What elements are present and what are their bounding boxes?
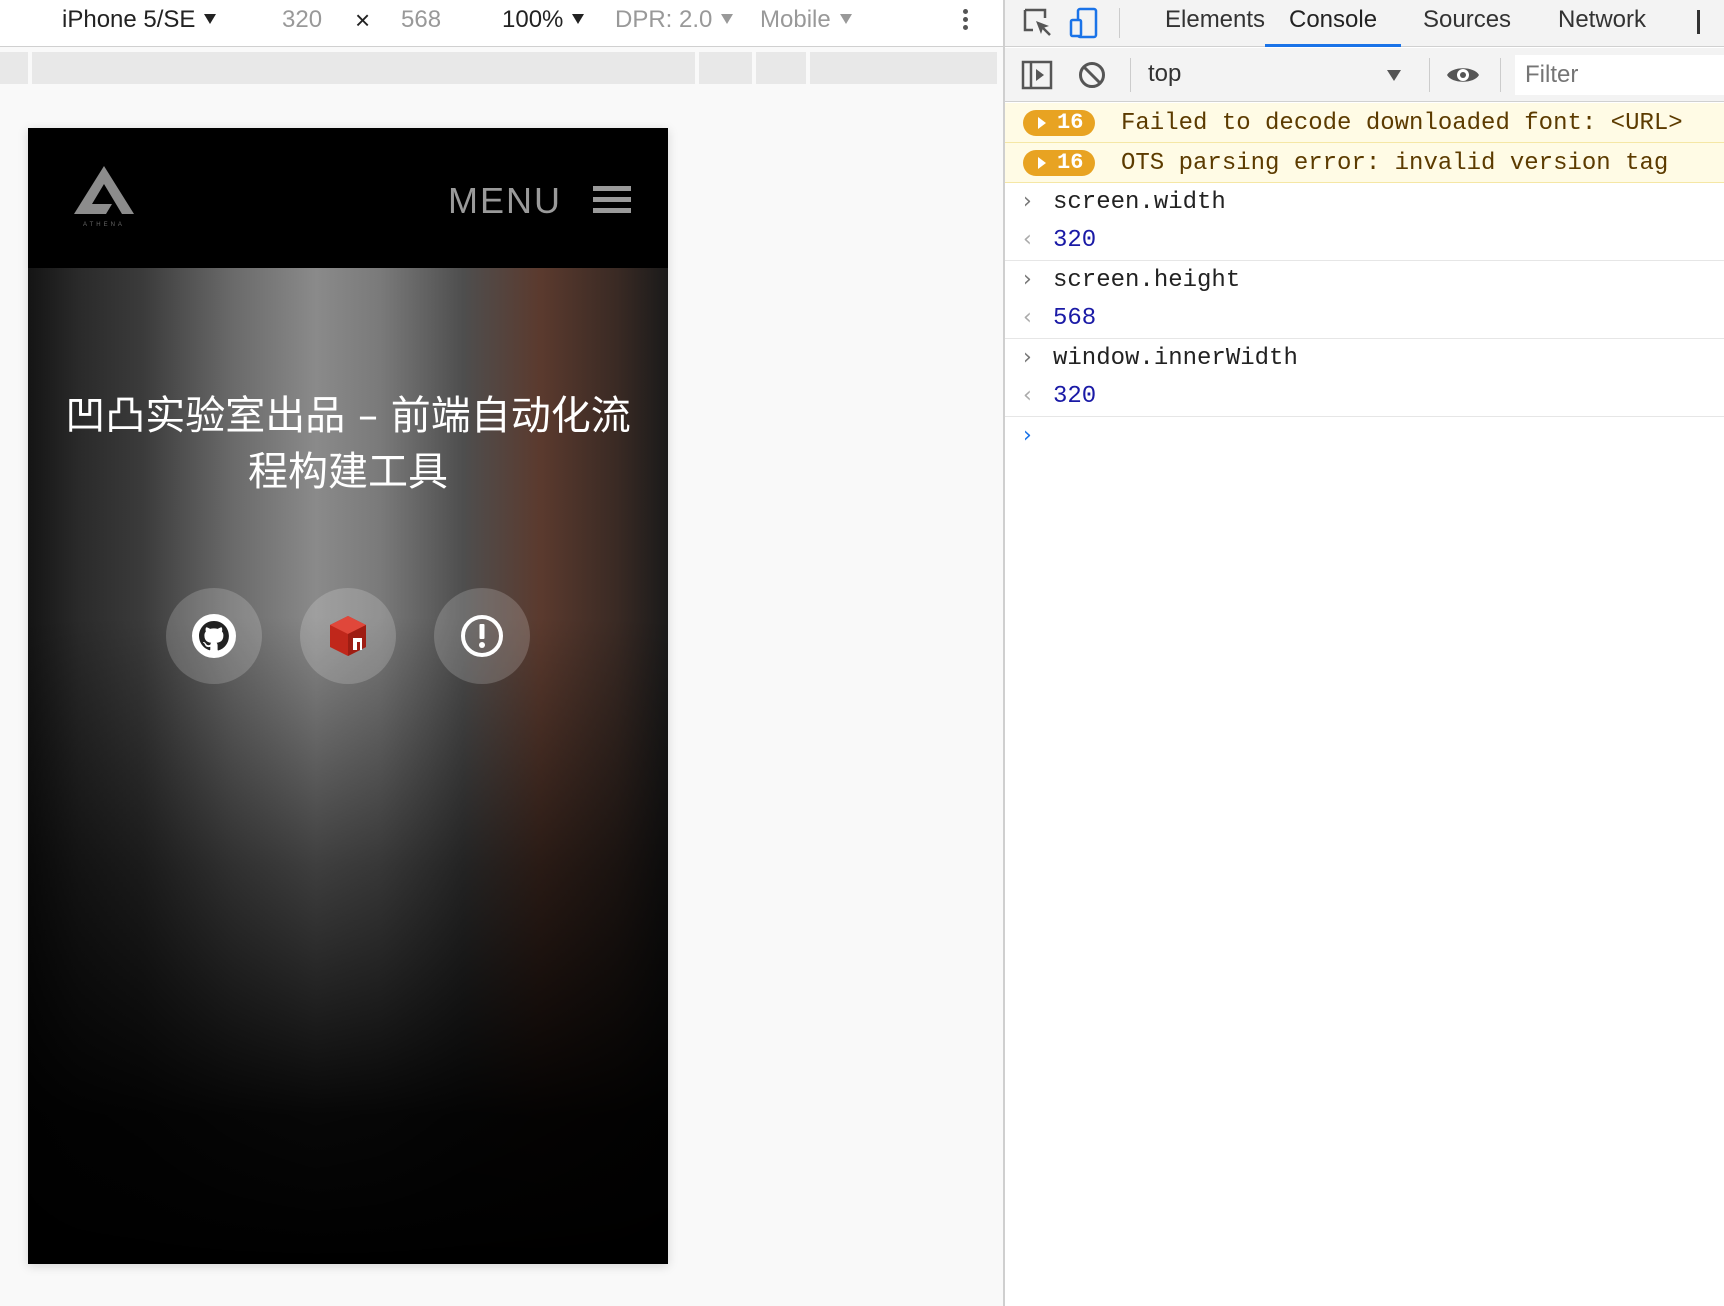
result-chevron-icon: ‹ — [1023, 305, 1032, 330]
svg-text:ATHENA: ATHENA — [83, 222, 125, 228]
tab-sources[interactable]: Sources — [1423, 0, 1511, 47]
device-toggle-icon[interactable] — [1067, 6, 1101, 40]
inspect-element-icon[interactable] — [1021, 6, 1055, 40]
warning-row[interactable]: 16 OTS parsing error: invalid version ta… — [1005, 143, 1724, 183]
tab-elements[interactable]: Elements — [1165, 0, 1265, 47]
chevron-down-icon — [721, 14, 734, 24]
result-row[interactable]: ‹ 320 — [1005, 221, 1724, 261]
result-value: 568 — [1053, 305, 1097, 332]
hero-background: 凹凸实验室出品 – 前端自动化流程构建工具 — [28, 268, 668, 1264]
dpr-select[interactable]: DPR: 2.0 — [615, 6, 734, 33]
width-input[interactable]: 320 — [282, 7, 322, 33]
devtools-tabbar: Elements Console Sources Network — [1005, 0, 1724, 47]
warning-message: OTS parsing error: invalid version tag — [1121, 150, 1669, 177]
site-navbar: ATHENA MENU — [28, 128, 668, 268]
device-viewport: 凹凸实验室出品 – 前端自动化流程构建工具 ATHENA MENU — [28, 128, 668, 1264]
context-select[interactable]: top — [1148, 60, 1181, 88]
tab-console[interactable]: Console — [1265, 0, 1402, 47]
screen: { "device_toolbar": { "device": "iPhone … — [0, 0, 1724, 1306]
console-log: 16 Failed to decode downloaded font: <UR… — [1005, 103, 1724, 457]
prompt-chevron-icon: › — [1023, 423, 1032, 448]
input-chevron-icon: › — [1023, 267, 1032, 292]
console-toolbar: top — [1005, 48, 1724, 102]
command-text: screen.height — [1053, 267, 1241, 294]
hero-title: 凹凸实验室出品 – 前端自动化流程构建工具 — [65, 393, 631, 495]
issues-button[interactable] — [434, 588, 530, 684]
github-button[interactable] — [166, 588, 262, 684]
command-text: screen.width — [1053, 189, 1226, 216]
command-row[interactable]: › screen.width — [1005, 183, 1724, 221]
console-prompt[interactable]: › — [1005, 417, 1724, 457]
command-text: window.innerWidth — [1053, 345, 1298, 372]
result-row[interactable]: ‹ 568 — [1005, 299, 1724, 339]
result-chevron-icon: ‹ — [1023, 227, 1032, 252]
device-toolbar: iPhone 5/SE 320 × 568 100% DPR: 2.0 Mobi… — [0, 0, 1003, 47]
input-chevron-icon: › — [1023, 189, 1032, 214]
expand-triangle-icon — [1038, 117, 1046, 129]
menu-label[interactable]: MENU — [448, 180, 562, 222]
chevron-down-icon — [572, 14, 585, 24]
media-query-ruler[interactable] — [0, 52, 997, 84]
zoom-value: 100% — [502, 6, 564, 33]
dpr-value: DPR: 2.0 — [615, 6, 713, 33]
github-icon — [192, 614, 236, 658]
result-chevron-icon: ‹ — [1023, 383, 1032, 408]
chevron-down-icon — [204, 14, 217, 24]
result-row[interactable]: ‹ 320 — [1005, 377, 1724, 417]
command-row[interactable]: › window.innerWidth — [1005, 339, 1724, 377]
input-chevron-icon: › — [1023, 345, 1032, 370]
dimension-separator: × — [355, 5, 371, 35]
tab-network[interactable]: Network — [1558, 0, 1646, 47]
result-value: 320 — [1053, 227, 1097, 254]
warning-count-badge: 16 — [1023, 150, 1095, 176]
more-options-icon[interactable] — [958, 6, 972, 36]
chevron-down-icon[interactable] — [1387, 70, 1401, 81]
warning-message: Failed to decode downloaded font: <URL> — [1121, 110, 1683, 137]
clear-console-icon[interactable] — [1077, 60, 1107, 90]
npm-cube-icon — [330, 616, 366, 656]
device-select[interactable]: iPhone 5/SE — [62, 6, 217, 33]
warning-count-badge: 16 — [1023, 110, 1095, 136]
result-value: 320 — [1053, 383, 1097, 410]
issues-icon — [461, 615, 503, 657]
devtools-panel: Elements Console Sources Network top 16 — [1005, 0, 1724, 1306]
warning-row[interactable]: 16 Failed to decode downloaded font: <UR… — [1005, 103, 1724, 143]
eye-icon[interactable] — [1445, 62, 1481, 88]
expand-triangle-icon — [1038, 157, 1046, 169]
device-name: iPhone 5/SE — [62, 6, 196, 33]
zoom-select[interactable]: 100% — [502, 6, 585, 33]
npm-button[interactable] — [300, 588, 396, 684]
mode-value: Mobile — [760, 6, 831, 33]
mode-select[interactable]: Mobile — [760, 7, 852, 33]
chevron-down-icon — [839, 14, 852, 24]
command-row[interactable]: › screen.height — [1005, 261, 1724, 299]
height-input[interactable]: 568 — [401, 7, 441, 33]
athena-logo[interactable]: ATHENA — [68, 164, 140, 228]
device-mode-pane: iPhone 5/SE 320 × 568 100% DPR: 2.0 Mobi… — [0, 0, 1003, 1306]
filter-input[interactable] — [1515, 55, 1724, 95]
more-tabs-icon[interactable] — [1697, 10, 1700, 34]
sidebar-toggle-icon[interactable] — [1021, 60, 1053, 90]
hamburger-icon[interactable] — [593, 186, 631, 216]
